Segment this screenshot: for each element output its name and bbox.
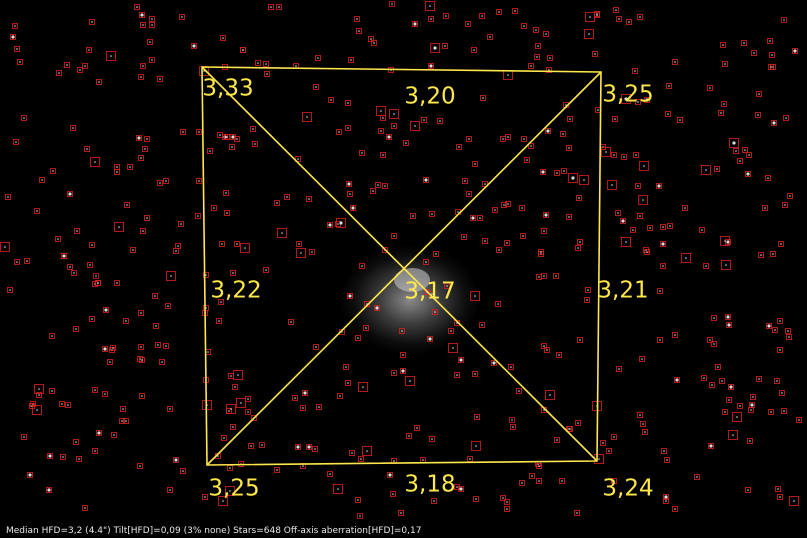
diagonal-tl-br xyxy=(201,66,598,462)
hfd-top-left: 3,33 xyxy=(202,75,254,102)
hfd-middle-left: 3,22 xyxy=(210,277,262,304)
hfd-top-right: 3,25 xyxy=(602,81,654,108)
status-text: Median HFD=3,2 (4.4") Tilt[HFD]=0,09 (3%… xyxy=(6,526,422,536)
hfd-bottom-right: 3,24 xyxy=(602,475,654,502)
hfd-top-center: 3,20 xyxy=(404,83,456,110)
hfd-bottom-left: 3,25 xyxy=(208,475,260,502)
hfd-center: 3,17 xyxy=(404,278,456,305)
hfd-bottom-center: 3,18 xyxy=(404,471,456,498)
hfd-middle-right: 3,21 xyxy=(597,277,649,304)
tilt-overlay xyxy=(201,66,602,466)
